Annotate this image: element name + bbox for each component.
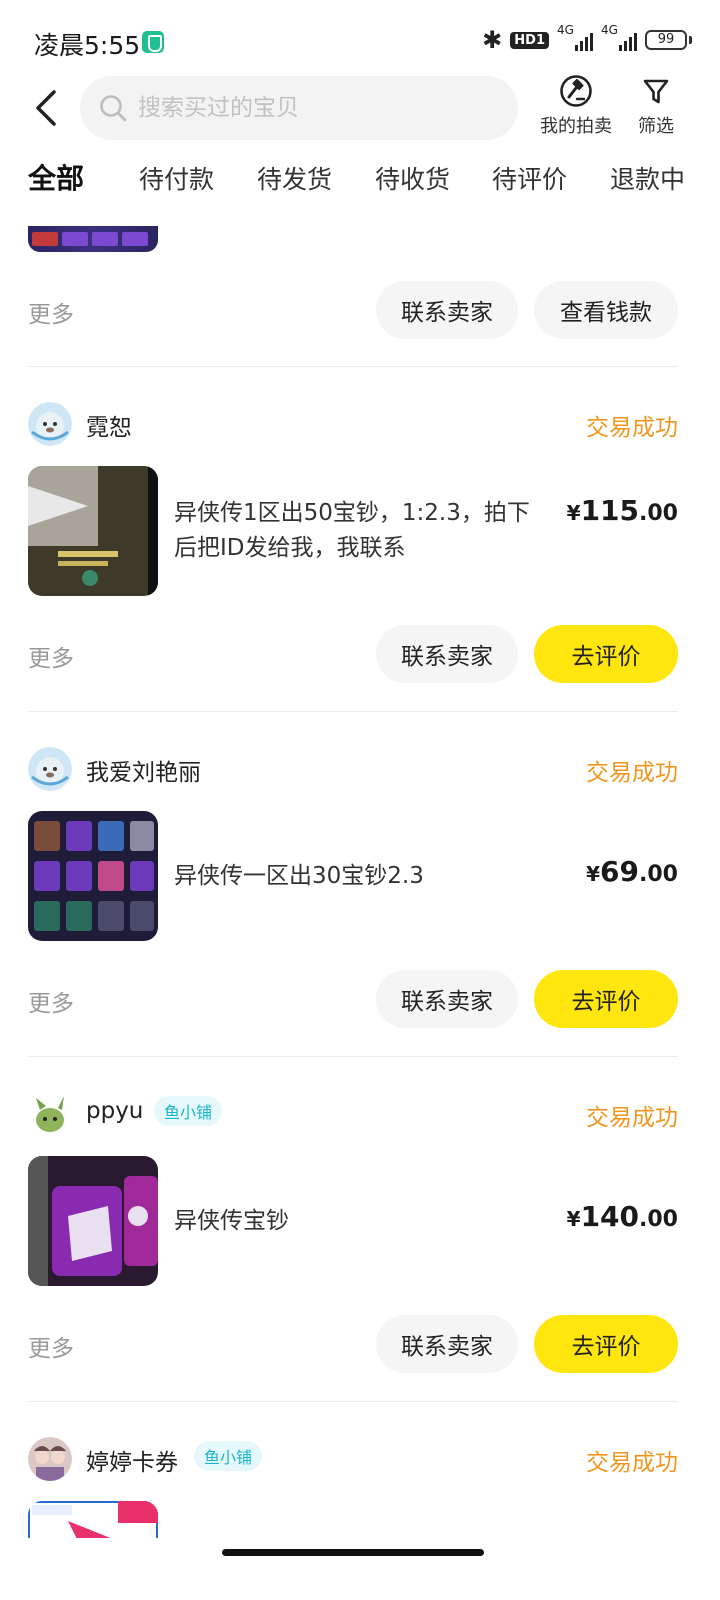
my-auction-label: 我的拍卖	[540, 116, 612, 137]
order-product[interactable]	[28, 1501, 678, 1538]
order-card-header: ppyu 鱼小铺 交易成功	[28, 1092, 678, 1138]
tab-pending-shipment[interactable]: 待发货	[257, 160, 332, 196]
search-input[interactable]	[138, 95, 468, 121]
product-thumbnail[interactable]	[28, 1501, 158, 1538]
divider	[28, 711, 678, 712]
search-icon	[100, 95, 127, 122]
more-link[interactable]: 更多	[28, 639, 74, 673]
seller-name[interactable]: 我爱刘艳丽	[86, 753, 201, 787]
order-actions: 更多 联系卖家 去评价	[28, 625, 678, 683]
filter-button[interactable]: 筛选	[638, 74, 674, 138]
product-title: 异侠传宝钞	[174, 1208, 289, 1234]
my-auction-button[interactable]: 我的拍卖	[540, 74, 612, 138]
more-link[interactable]: 更多	[28, 984, 74, 1018]
order-status: 交易成功	[586, 415, 678, 441]
order-list[interactable]: 更多 联系卖家 查看钱款 霓恕 交易成功 异侠传1区出50宝钞，1:2.3，拍下…	[0, 226, 720, 1538]
review-button[interactable]: 去评价	[534, 625, 678, 683]
divider	[28, 1401, 678, 1402]
contact-seller-button[interactable]: 联系卖家	[376, 281, 518, 339]
seller-name[interactable]: ppyu	[86, 1098, 143, 1124]
seller-name[interactable]: 霓恕	[86, 408, 132, 442]
product-thumbnail[interactable]	[28, 226, 158, 252]
status-icons: ✱ HD1 4G 4G 99	[482, 23, 692, 54]
chevron-left-icon	[36, 90, 56, 126]
order-status: 交易成功	[586, 1105, 678, 1131]
shop-badge: 鱼小铺	[194, 1441, 263, 1471]
battery-icon: 99	[645, 30, 692, 50]
more-link[interactable]: 更多	[28, 295, 74, 329]
view-payment-button[interactable]: 查看钱款	[534, 281, 678, 339]
order-status: 交易成功	[586, 1450, 678, 1476]
review-button[interactable]: 去评价	[534, 1315, 678, 1373]
order-product[interactable]: 异侠传一区出30宝钞2.3 ¥69.00	[28, 811, 678, 941]
order-card-header: 婷婷卡券 鱼小铺 交易成功	[28, 1437, 678, 1483]
order-product[interactable]: 异侠传1区出50宝钞，1:2.3，拍下 后把ID发给我，我联系 ¥115.00	[28, 466, 678, 596]
home-indicator[interactable]	[222, 1549, 484, 1556]
hd-badge: HD1	[510, 31, 549, 49]
product-price: ¥69.00	[586, 855, 678, 888]
order-card-header: 霓恕 交易成功	[28, 402, 678, 448]
seller-name[interactable]: 婷婷卡券	[86, 1443, 178, 1477]
signal-icon: 4G	[557, 23, 593, 51]
avatar[interactable]	[28, 402, 72, 446]
search-bar[interactable]	[80, 76, 518, 140]
contact-seller-button[interactable]: 联系卖家	[376, 1315, 518, 1373]
order-product[interactable]: 异侠传宝钞 ¥140.00	[28, 1156, 678, 1286]
product-thumbnail[interactable]	[28, 1156, 158, 1286]
divider	[28, 366, 678, 367]
product-price: ¥140.00	[566, 1200, 678, 1233]
avatar[interactable]	[28, 747, 72, 791]
status-time: 凌晨5:55	[34, 31, 141, 60]
filter-funnel-icon	[643, 79, 669, 104]
order-actions: 更多 联系卖家 去评价	[28, 1315, 678, 1373]
order-tabs: 全部 待付款 待发货 待收货 待评价 退款中	[0, 160, 720, 210]
avatar[interactable]	[28, 1437, 72, 1481]
signal-icon: 4G	[601, 23, 637, 51]
contact-seller-button[interactable]: 联系卖家	[376, 970, 518, 1028]
tab-pending-receipt[interactable]: 待收货	[375, 160, 450, 196]
contact-seller-button[interactable]: 联系卖家	[376, 625, 518, 683]
shop-badge: 鱼小铺	[154, 1096, 223, 1126]
order-actions: 更多 联系卖家 查看钱款	[28, 281, 678, 339]
filter-label: 筛选	[638, 116, 674, 137]
product-thumbnail[interactable]	[28, 466, 158, 596]
product-price: ¥115.00	[566, 494, 678, 527]
order-actions: 更多 联系卖家 去评价	[28, 970, 678, 1028]
bluetooth-icon: ✱	[482, 26, 503, 54]
tab-refunding[interactable]: 退款中	[610, 160, 685, 196]
header: 我的拍卖 筛选	[0, 74, 720, 144]
product-title: 异侠传一区出30宝钞2.3	[174, 863, 424, 889]
product-title: 异侠传1区出50宝钞，1:2.3，拍下 后把ID发给我，我联系	[174, 500, 530, 561]
tab-pending-payment[interactable]: 待付款	[139, 160, 214, 196]
tab-pending-review[interactable]: 待评价	[492, 160, 567, 196]
back-button[interactable]	[30, 88, 66, 128]
shield-icon	[142, 31, 164, 53]
avatar[interactable]	[28, 1092, 72, 1136]
product-thumbnail[interactable]	[28, 811, 158, 941]
review-button[interactable]: 去评价	[534, 970, 678, 1028]
more-link[interactable]: 更多	[28, 1329, 74, 1363]
auction-hammer-icon	[560, 75, 592, 107]
order-card-header: 我爱刘艳丽 交易成功	[28, 747, 678, 793]
order-status: 交易成功	[586, 760, 678, 786]
tab-all[interactable]: 全部	[28, 157, 85, 197]
status-bar: 凌晨5:55 ✱ HD1 4G 4G 99	[0, 0, 720, 80]
divider	[28, 1056, 678, 1057]
